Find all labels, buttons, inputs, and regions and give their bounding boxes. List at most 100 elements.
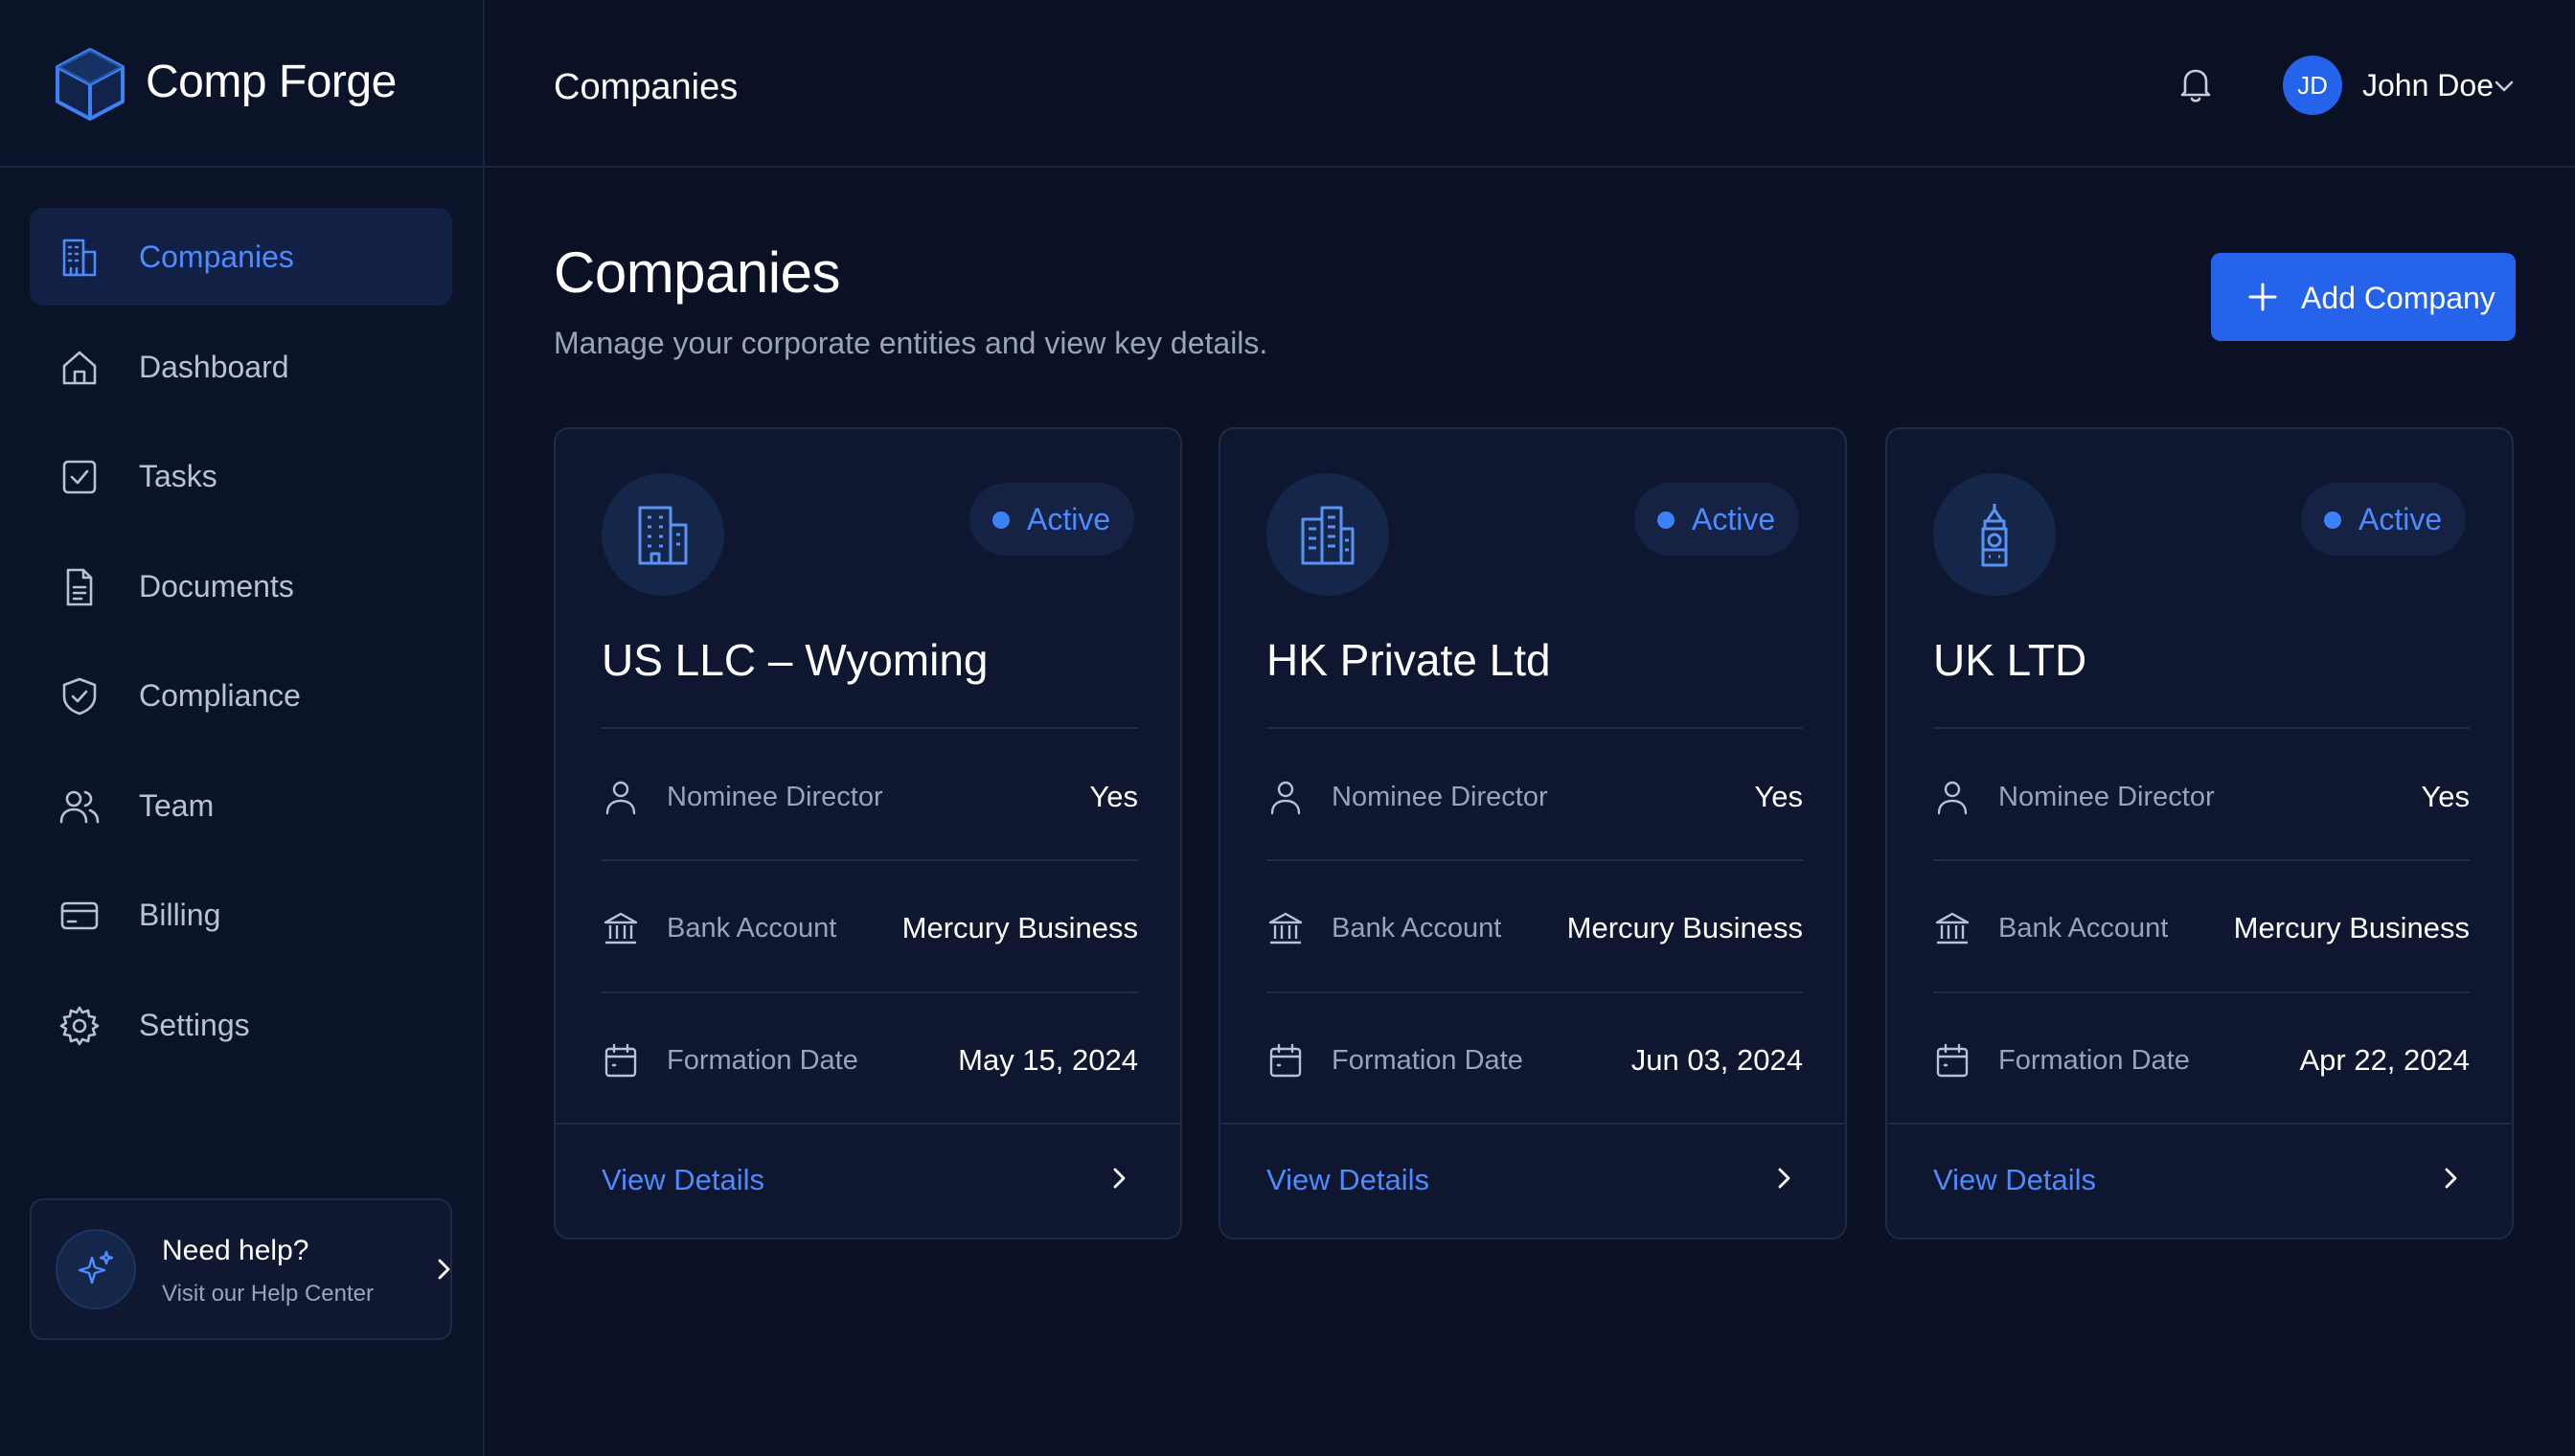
formation-date-row: Formation Date Apr 22, 2024	[1933, 1037, 2470, 1085]
company-card: Active UK LTD Nominee Director Yes Bank …	[1885, 427, 2514, 1240]
chevron-right-icon[interactable]	[1768, 1163, 1799, 1194]
chevron-down-icon[interactable]	[2491, 73, 2518, 100]
divider	[1220, 1123, 1845, 1125]
document-icon	[58, 566, 101, 608]
home-icon	[58, 347, 101, 389]
sidebar-item-companies[interactable]: Companies	[30, 208, 452, 306]
chevron-right-icon[interactable]	[2435, 1163, 2466, 1194]
user-icon	[1270, 781, 1301, 815]
row-label: Nominee Director	[1998, 782, 2215, 812]
sidebar-item-label: Billing	[139, 898, 221, 932]
calendar-icon	[1269, 1043, 1302, 1078]
company-card: Active US LLC – Wyoming Nominee Director…	[554, 427, 1182, 1240]
sidebar-item-dashboard[interactable]: Dashboard	[30, 318, 452, 416]
sidebar-item-documents[interactable]: Documents	[30, 537, 452, 635]
status-badge: Active	[969, 483, 1134, 556]
sidebar-item-billing[interactable]: Billing	[30, 866, 452, 964]
bank-account-row: Bank Account Mercury Business	[1933, 905, 2470, 953]
chevron-right-icon[interactable]	[1104, 1163, 1134, 1194]
add-company-button[interactable]: Add Company	[2211, 253, 2516, 341]
bank-account-row: Bank Account Mercury Business	[602, 905, 1138, 953]
credit-card-icon	[58, 895, 101, 937]
row-value: Mercury Business	[1566, 911, 1803, 944]
calendar-icon	[604, 1043, 637, 1078]
nominee-director-row: Nominee Director Yes	[602, 774, 1138, 822]
row-value: Mercury Business	[901, 911, 1138, 944]
divider	[602, 727, 1138, 729]
row-label: Formation Date	[667, 1045, 858, 1076]
divider	[1266, 727, 1803, 729]
user-icon	[1937, 781, 1968, 815]
view-details-link[interactable]: View Details	[602, 1163, 764, 1197]
row-label: Bank Account	[667, 913, 837, 944]
sidebar-item-label: Team	[139, 787, 215, 823]
bank-icon	[1935, 912, 1970, 944]
user-name[interactable]: John Doe	[2362, 68, 2494, 103]
users-icon	[58, 785, 101, 828]
company-icon-badge	[1933, 473, 2056, 596]
sidebar-item-compliance[interactable]: Compliance	[30, 647, 452, 744]
big-ben-icon	[1981, 504, 2008, 567]
sidebar-item-team[interactable]: Team	[30, 757, 452, 854]
status-badge: Active	[1634, 483, 1799, 556]
help-subtitle: Visit our Help Center	[162, 1281, 374, 1307]
top-header: Companies JD John Doe	[485, 0, 2575, 168]
row-label: Nominee Director	[667, 782, 883, 812]
user-icon	[605, 781, 636, 815]
sidebar-item-label: Dashboard	[139, 349, 289, 384]
formation-date-row: Formation Date Jun 03, 2024	[1266, 1037, 1803, 1085]
status-label: Active	[1692, 502, 1776, 536]
divider	[602, 991, 1138, 993]
plus-icon	[2248, 283, 2277, 311]
sidebar-item-tasks[interactable]: Tasks	[30, 427, 452, 525]
row-value: Yes	[1754, 780, 1803, 813]
status-label: Active	[1027, 502, 1111, 536]
status-label: Active	[2359, 502, 2443, 536]
divider	[556, 1123, 1180, 1125]
row-value: Apr 22, 2024	[2299, 1043, 2470, 1077]
brand[interactable]: Comp Forge	[0, 0, 483, 168]
company-name: HK Private Ltd	[1266, 635, 1551, 685]
sidebar-item-label: Compliance	[139, 678, 301, 713]
company-icon-badge	[602, 473, 724, 596]
row-label: Bank Account	[1332, 913, 1502, 944]
app-root: Comp Forge Companies Dashboard Tasks Doc…	[0, 0, 2575, 1456]
sidebar: Comp Forge Companies Dashboard Tasks Doc…	[0, 0, 485, 1456]
page-subtitle: Manage your corporate entities and view …	[554, 326, 1268, 360]
company-name: UK LTD	[1933, 635, 2087, 685]
divider	[1266, 859, 1803, 861]
cube-logo-icon	[56, 48, 125, 121]
help-center-card[interactable]: Need help? Visit our Help Center	[30, 1198, 452, 1340]
company-icon-badge	[1266, 473, 1389, 596]
view-details-link[interactable]: View Details	[1266, 1163, 1429, 1197]
avatar[interactable]: JD	[2283, 56, 2342, 115]
divider	[1266, 991, 1803, 993]
bank-account-row: Bank Account Mercury Business	[1266, 905, 1803, 953]
nominee-director-row: Nominee Director Yes	[1933, 774, 2470, 822]
page-title: Companies	[554, 240, 841, 305]
sparkles-icon	[78, 1250, 114, 1285]
row-label: Formation Date	[1332, 1045, 1523, 1076]
view-details-link[interactable]: View Details	[1933, 1163, 2096, 1197]
bell-icon[interactable]	[2175, 63, 2217, 105]
skyscraper-icon	[1301, 506, 1355, 565]
check-square-icon	[58, 456, 101, 498]
sidebar-item-label: Documents	[139, 568, 294, 603]
row-label: Nominee Director	[1332, 782, 1548, 812]
divider	[1887, 1123, 2512, 1125]
bank-icon	[1268, 912, 1303, 944]
status-dot	[1657, 512, 1675, 529]
sidebar-item-label: Settings	[139, 1007, 250, 1042]
row-label: Bank Account	[1998, 913, 2169, 944]
header-title: Companies	[554, 67, 739, 107]
row-value: Jun 03, 2024	[1630, 1043, 1803, 1077]
gear-icon	[58, 1005, 101, 1047]
divider	[602, 859, 1138, 861]
status-dot	[2324, 512, 2341, 529]
company-card: Active HK Private Ltd Nominee Director Y…	[1219, 427, 1847, 1240]
shield-check-icon	[58, 675, 101, 717]
sidebar-item-settings[interactable]: Settings	[30, 976, 452, 1074]
status-badge: Active	[2301, 483, 2466, 556]
status-dot	[992, 512, 1010, 529]
row-value: Yes	[2421, 780, 2470, 813]
